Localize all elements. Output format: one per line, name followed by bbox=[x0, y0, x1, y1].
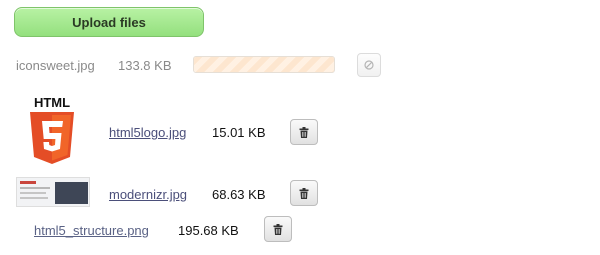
thumb-text-line bbox=[20, 187, 50, 189]
cancel-upload-button[interactable] bbox=[357, 53, 381, 77]
file-link[interactable]: modernizr.jpg bbox=[109, 187, 187, 202]
cancel-icon bbox=[364, 60, 374, 70]
delete-file-button[interactable] bbox=[290, 180, 318, 206]
trash-icon bbox=[299, 187, 309, 199]
delete-file-button[interactable] bbox=[290, 119, 318, 145]
upload-files-button[interactable]: Upload files bbox=[14, 7, 204, 37]
file-name: iconsweet.jpg bbox=[16, 58, 95, 73]
file-link[interactable]: html5_structure.png bbox=[34, 223, 149, 238]
upload-progress-fill bbox=[194, 57, 334, 72]
file-size: 195.68 KB bbox=[178, 223, 239, 238]
trash-icon bbox=[299, 126, 309, 138]
delete-file-button[interactable] bbox=[264, 216, 292, 242]
thumb-text-line bbox=[20, 192, 46, 194]
screenshot-thumbnail bbox=[16, 177, 90, 207]
thumb-text-line bbox=[20, 197, 48, 199]
upload-progress-bar bbox=[193, 56, 335, 73]
html5-logo-text: HTML bbox=[33, 95, 71, 110]
html5-logo-thumbnail: HTML bbox=[22, 95, 82, 167]
file-link[interactable]: html5logo.jpg bbox=[109, 125, 186, 140]
thumb-logo-bar bbox=[20, 181, 36, 184]
file-size: 15.01 KB bbox=[212, 125, 266, 140]
html5-shield-icon bbox=[30, 112, 74, 164]
thumb-dark-panel bbox=[55, 182, 88, 204]
trash-icon bbox=[273, 223, 283, 235]
file-size: 133.8 KB bbox=[118, 58, 172, 73]
file-size: 68.63 KB bbox=[212, 187, 266, 202]
